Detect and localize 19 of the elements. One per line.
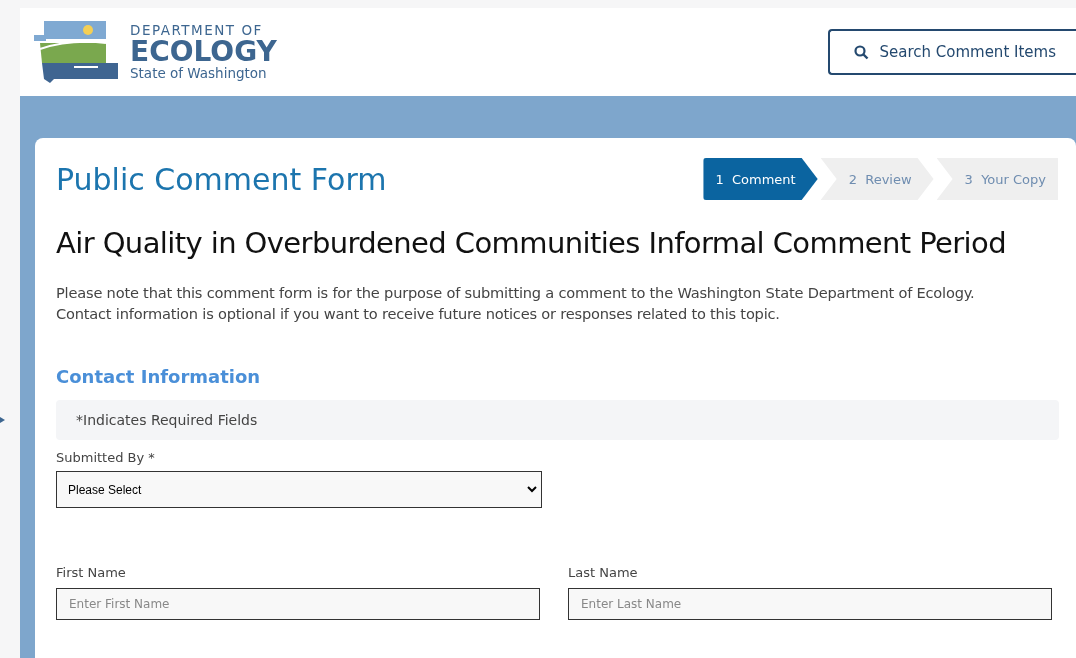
submitted-by-dropdown[interactable]: Please Select xyxy=(56,471,542,508)
required-note: *Indicates Required Fields xyxy=(56,400,1059,440)
chevron-down-icon xyxy=(527,486,537,493)
intro-paragraph: Please note that this comment form is for the purpose of submitting a comment to the Washington State Department of Ecology. Contact information is optional if you want to receive future notices or responses related to this topic. xyxy=(56,283,976,324)
step-tab[interactable]: 1 Comment xyxy=(703,158,818,200)
page-heading: Air Quality in Overburdened Communities Informal Comment Period xyxy=(56,226,1007,260)
field-label: Last Name xyxy=(568,565,639,580)
section-title: Contact Information xyxy=(56,366,262,387)
input-field[interactable]: Enter Last Name xyxy=(568,588,1052,620)
search-icon xyxy=(854,44,870,60)
search-button[interactable]: Search Comment Items xyxy=(828,29,1076,75)
field-label: Submitted By * xyxy=(56,450,156,465)
form-title: Public Comment Form xyxy=(56,161,387,197)
logo-text: State of Washington xyxy=(130,67,268,81)
logo-text: DEPARTMENT OF xyxy=(130,23,264,37)
input-field[interactable]: Enter First Name xyxy=(56,588,540,620)
logo-text: ECOLOGY xyxy=(130,38,277,66)
arrow-icon xyxy=(0,417,5,423)
field-label: First Name xyxy=(56,565,127,580)
